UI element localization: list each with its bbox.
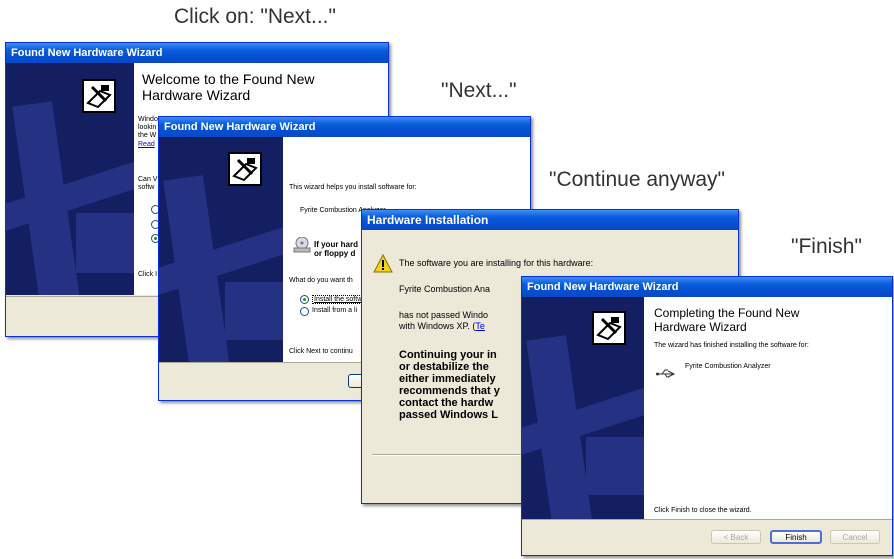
logo-testing-line1: has not passed Windo — [399, 310, 489, 320]
back-button[interactable]: < Back — [711, 530, 761, 544]
logo-testing-line2: with Windows XP. (Te — [399, 321, 485, 331]
read-privacy-link[interactable]: Read — [138, 141, 155, 148]
completing-heading-line1: Completing the Found New — [654, 306, 800, 320]
cd-instruction-line1: If your hard — [314, 240, 359, 249]
footer-instruction: Click I — [138, 271, 158, 278]
warning-line: either immediately — [399, 373, 496, 385]
install-automatically-label[interactable]: Install the softw — [312, 295, 365, 304]
warning-icon — [373, 253, 393, 274]
question-text-line: Can V — [138, 176, 158, 183]
dialog-title-bar[interactable]: Hardware Installation — [362, 210, 738, 230]
welcome-heading-line2: Hardware Wizard — [142, 87, 251, 103]
button-bar: < Back Finish Cancel — [522, 519, 892, 555]
logo-testing-text: with Windows XP. ( — [399, 321, 476, 331]
step3-caption: "Continue anyway" — [549, 168, 726, 191]
warning-line: contact the hardw — [399, 397, 494, 409]
step4-caption: "Finish" — [791, 235, 862, 258]
warning-intro: The software you are installing for this… — [399, 258, 594, 268]
usb-icon — [656, 366, 676, 378]
separator — [372, 454, 532, 456]
intro-text-line: the W — [138, 132, 157, 139]
wizard-content: Completing the Found New Hardware Wizard… — [644, 297, 892, 520]
close-instruction: Click Finish to close the wizard. — [654, 507, 752, 514]
warning-line: passed Windows L — [399, 409, 498, 421]
intro-text-line: lookin — [138, 124, 157, 131]
window-title-bar[interactable]: Found New Hardware Wizard — [159, 117, 530, 137]
device-name: Fyrite Combustion Ana — [399, 284, 491, 294]
step1-caption: Click on: "Next..." — [174, 5, 336, 28]
step2-caption: "Next..." — [441, 79, 517, 102]
install-question: What do you want th — [289, 277, 353, 284]
finished-text: The wizard has finished installing the s… — [654, 342, 809, 349]
hardware-wizard-icon — [592, 311, 626, 345]
question-text-line: softw — [138, 184, 155, 191]
install-from-list-radio[interactable] — [300, 307, 309, 316]
footer-instruction: Click Next to continu — [289, 348, 353, 355]
window-title-bar[interactable]: Found New Hardware Wizard — [522, 277, 892, 297]
wizard-sidebar — [159, 137, 283, 363]
hardware-wizard-icon — [82, 79, 116, 113]
wizard-window-completing: Found New Hardware Wizard Completing the… — [521, 276, 893, 556]
install-from-list-label[interactable]: Install from a li — [312, 307, 357, 314]
welcome-heading-line1: Welcome to the Found New — [142, 71, 315, 87]
hardware-wizard-icon — [228, 152, 262, 186]
device-name: Fyrite Combustion Analyzer — [685, 363, 771, 370]
cd-instruction-line2: or floppy d — [314, 249, 356, 258]
cancel-button[interactable]: Cancel — [830, 530, 880, 544]
intro-text: This wizard helps you install software f… — [289, 184, 417, 191]
warning-line: recommends that y — [399, 385, 500, 397]
cd-drive-icon — [293, 236, 311, 253]
intro-text-line: Windo — [138, 116, 158, 123]
completing-heading-line2: Hardware Wizard — [654, 320, 747, 334]
warning-line: Continuing your in — [399, 349, 497, 361]
finish-button[interactable]: Finish — [770, 530, 822, 544]
logo-testing-link[interactable]: Te — [475, 321, 485, 331]
window-title-bar[interactable]: Found New Hardware Wizard — [6, 43, 388, 63]
install-automatically-radio[interactable] — [300, 295, 309, 304]
warning-line: or destabilize the — [399, 361, 489, 373]
